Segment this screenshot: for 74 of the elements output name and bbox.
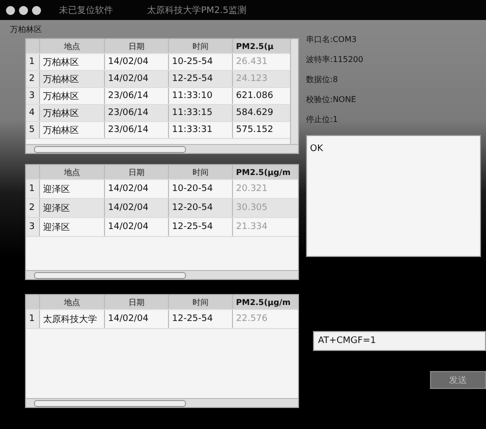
row-number: 2	[26, 71, 40, 87]
table-cell: 14/02/04	[105, 310, 169, 328]
row-number: 2	[26, 199, 40, 217]
table-cell: 14/02/04	[105, 180, 169, 198]
table-cell: 11:33:15	[169, 105, 233, 121]
table-cell: 万柏林区	[40, 122, 105, 138]
row-number: 5	[26, 122, 40, 138]
column-header[interactable]: 时间	[169, 39, 233, 53]
table-cell: 太原科技大学	[40, 310, 105, 328]
maximize-button[interactable]	[32, 6, 41, 14]
table-cell: 23/06/14	[105, 88, 169, 104]
table-cell: 14/02/04	[105, 218, 169, 236]
command-field[interactable]: AT+CMGF=1	[313, 331, 486, 351]
table-cell: 迎泽区	[40, 218, 105, 236]
column-header[interactable]: PM2.5(μg/m	[233, 295, 291, 309]
table-cell: 11:33:10	[169, 88, 233, 104]
row-number: 3	[26, 218, 40, 236]
minimize-button[interactable]	[19, 6, 28, 14]
row-number: 4	[26, 105, 40, 121]
setting-label: 校验位:NONE	[306, 94, 358, 105]
output-box[interactable]: OK	[306, 135, 481, 257]
column-header[interactable]: 日期	[105, 295, 169, 309]
column-header[interactable]: 日期	[105, 165, 169, 179]
table-cell-text: 621.086	[235, 90, 274, 103]
table-cell: 12-25-54	[169, 71, 233, 87]
table-cell: 万柏林区	[40, 71, 105, 87]
window-title: 未已复位软件	[59, 4, 113, 16]
horizontal-scrollbar[interactable]	[26, 270, 298, 279]
table-cell: 14/02/04	[105, 71, 169, 87]
table-cell: 迎泽区	[40, 180, 105, 198]
column-header[interactable]: 地点	[40, 165, 105, 179]
setting-label: 停止位:1	[306, 114, 339, 125]
column-header[interactable]: 地点	[40, 295, 105, 309]
table-cell-text: 20.321	[235, 183, 268, 196]
table-cell-text: 22.576	[235, 313, 268, 326]
row-number: 1	[26, 54, 40, 70]
table-cell-text: 584.629	[235, 107, 274, 120]
column-header[interactable]: PM2.5(μ	[233, 39, 290, 53]
table-cell: 万柏林区	[40, 105, 105, 121]
row-number: 1	[26, 180, 40, 198]
table-cell: 14/02/04	[105, 54, 169, 70]
table-cell-text: 30.305	[235, 202, 268, 215]
horizontal-scrollbar[interactable]	[26, 144, 298, 153]
row-number: 1	[26, 310, 40, 328]
vertical-scrollbar[interactable]	[290, 39, 298, 144]
table-cell: 11:33:31	[169, 122, 233, 138]
setting-label: 波特率:115200	[306, 54, 364, 65]
table-cell-text: 575.152	[235, 124, 274, 137]
column-header[interactable]: 地点	[40, 39, 105, 53]
horizontal-scrollbar[interactable]	[26, 398, 298, 407]
setting-label: 数据位:8	[306, 74, 339, 85]
column-header[interactable]: 日期	[105, 39, 169, 53]
window-subtitle: 太原科技大学PM2.5监测	[147, 4, 247, 16]
column-header[interactable]: 时间	[169, 295, 233, 309]
table-cell: 12-20-54	[169, 199, 233, 217]
setting-label: 串口名:COM3	[306, 34, 358, 45]
table-cell-text: 21.334	[235, 221, 268, 234]
table-cell-text: 24.123	[235, 73, 268, 86]
column-header[interactable]: PM2.5(μg/m	[233, 165, 291, 179]
column-header[interactable]: 时间	[169, 165, 233, 179]
row-number: 3	[26, 88, 40, 104]
table-cell: 10-20-54	[169, 180, 233, 198]
table-cell-text: 26.431	[235, 56, 268, 69]
table-cell: 万柏林区	[40, 54, 105, 70]
table-cell: 12-25-54	[169, 218, 233, 236]
table-cell: 迎泽区	[40, 199, 105, 217]
table-cell: 14/02/04	[105, 199, 169, 217]
table-cell: 23/06/14	[105, 122, 169, 138]
section-label: 万柏林区	[9, 24, 43, 34]
close-button[interactable]	[6, 6, 15, 14]
table-cell: 23/06/14	[105, 105, 169, 121]
table-cell: 10-25-54	[169, 54, 233, 70]
table-cell: 万柏林区	[40, 88, 105, 104]
table-cell: 12-25-54	[169, 310, 233, 328]
